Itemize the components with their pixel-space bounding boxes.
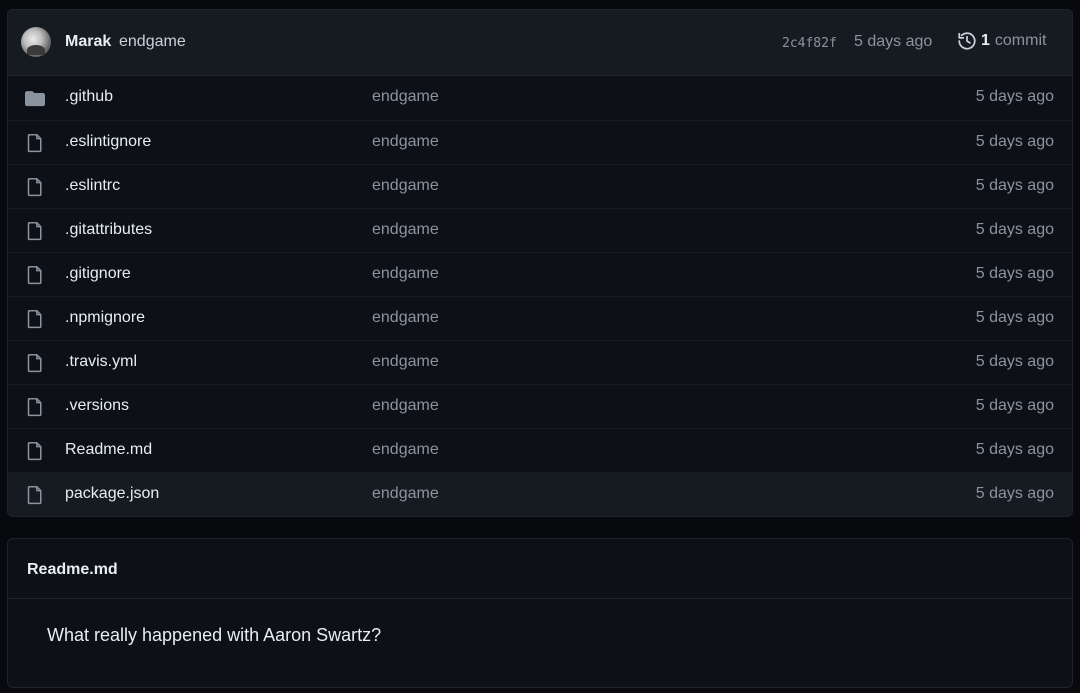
- file-name-link[interactable]: .travis.yml: [65, 353, 137, 371]
- folder-icon: [25, 88, 45, 108]
- file-browser: Marak endgame 2c4f82f 5 days ago 1 commi…: [7, 9, 1073, 517]
- file-commit-link[interactable]: endgame: [372, 133, 439, 151]
- file-row[interactable]: .eslintrc endgame 5 days ago: [8, 164, 1072, 208]
- file-name-link[interactable]: .gitattributes: [65, 221, 152, 239]
- file-icon: [25, 397, 45, 417]
- file-name-link[interactable]: .versions: [65, 397, 129, 415]
- file-commit-link[interactable]: endgame: [372, 485, 439, 503]
- file-icon: [25, 353, 45, 373]
- file-age: 5 days ago: [975, 221, 1054, 238]
- commit-age: 5 days ago: [854, 33, 933, 50]
- file-name-link[interactable]: Readme.md: [65, 441, 152, 459]
- commit-sha[interactable]: 2c4f82f: [782, 36, 837, 51]
- file-age: 5 days ago: [975, 265, 1054, 282]
- file-age: 5 days ago: [975, 133, 1054, 150]
- commit-history-link[interactable]: 1 commit: [957, 31, 1046, 51]
- file-icon: [25, 485, 45, 505]
- file-commit-link[interactable]: endgame: [372, 441, 439, 459]
- file-commit-link[interactable]: endgame: [372, 265, 439, 283]
- file-name-link[interactable]: .github: [65, 88, 113, 106]
- file-icon: [25, 265, 45, 285]
- file-row[interactable]: .versions endgame 5 days ago: [8, 384, 1072, 428]
- commit-message[interactable]: endgame: [119, 33, 186, 51]
- file-row[interactable]: .eslintignore endgame 5 days ago: [8, 120, 1072, 164]
- file-name-link[interactable]: package.json: [65, 485, 159, 503]
- readme-header: Readme.md: [8, 539, 1072, 599]
- file-row[interactable]: .gitattributes endgame 5 days ago: [8, 208, 1072, 252]
- commit-count-label: commit: [994, 32, 1047, 49]
- file-age: 5 days ago: [975, 485, 1054, 502]
- file-row[interactable]: .gitignore endgame 5 days ago: [8, 252, 1072, 296]
- file-commit-link[interactable]: endgame: [372, 309, 439, 327]
- file-age: 5 days ago: [975, 353, 1054, 370]
- latest-commit-bar: Marak endgame 2c4f82f 5 days ago 1 commi…: [8, 10, 1072, 76]
- file-icon: [25, 441, 45, 461]
- file-commit-link[interactable]: endgame: [372, 177, 439, 195]
- file-row[interactable]: Readme.md endgame 5 days ago: [8, 428, 1072, 472]
- readme-content: What really happened with Aaron Swartz?: [47, 625, 382, 645]
- author-avatar[interactable]: [21, 27, 51, 57]
- history-icon: [958, 32, 976, 50]
- file-name-link[interactable]: .eslintrc: [65, 177, 120, 195]
- file-row[interactable]: .github endgame 5 days ago: [8, 76, 1072, 120]
- file-name-link[interactable]: .gitignore: [65, 265, 131, 283]
- file-icon: [25, 133, 45, 153]
- file-row[interactable]: package.json endgame 5 days ago: [8, 472, 1072, 516]
- readme-title[interactable]: Readme.md: [27, 561, 118, 579]
- file-age: 5 days ago: [975, 309, 1054, 326]
- file-icon: [25, 177, 45, 197]
- file-age: 5 days ago: [975, 397, 1054, 414]
- file-age: 5 days ago: [975, 441, 1054, 458]
- file-icon: [25, 309, 45, 329]
- file-icon: [25, 221, 45, 241]
- file-age: 5 days ago: [975, 177, 1054, 194]
- readme-panel: Readme.md What really happened with Aaro…: [7, 538, 1073, 688]
- commit-count: 1: [981, 32, 990, 49]
- file-age: 5 days ago: [975, 88, 1054, 105]
- commit-author[interactable]: Marak: [65, 33, 111, 51]
- file-name-link[interactable]: .eslintignore: [65, 133, 151, 151]
- file-name-link[interactable]: .npmignore: [65, 309, 145, 327]
- file-row[interactable]: .npmignore endgame 5 days ago: [8, 296, 1072, 340]
- file-commit-link[interactable]: endgame: [372, 353, 439, 371]
- file-list: .github endgame 5 days ago .eslintignore end…: [8, 76, 1072, 516]
- file-commit-link[interactable]: endgame: [372, 88, 439, 106]
- file-commit-link[interactable]: endgame: [372, 221, 439, 239]
- file-commit-link[interactable]: endgame: [372, 397, 439, 415]
- file-row[interactable]: .travis.yml endgame 5 days ago: [8, 340, 1072, 384]
